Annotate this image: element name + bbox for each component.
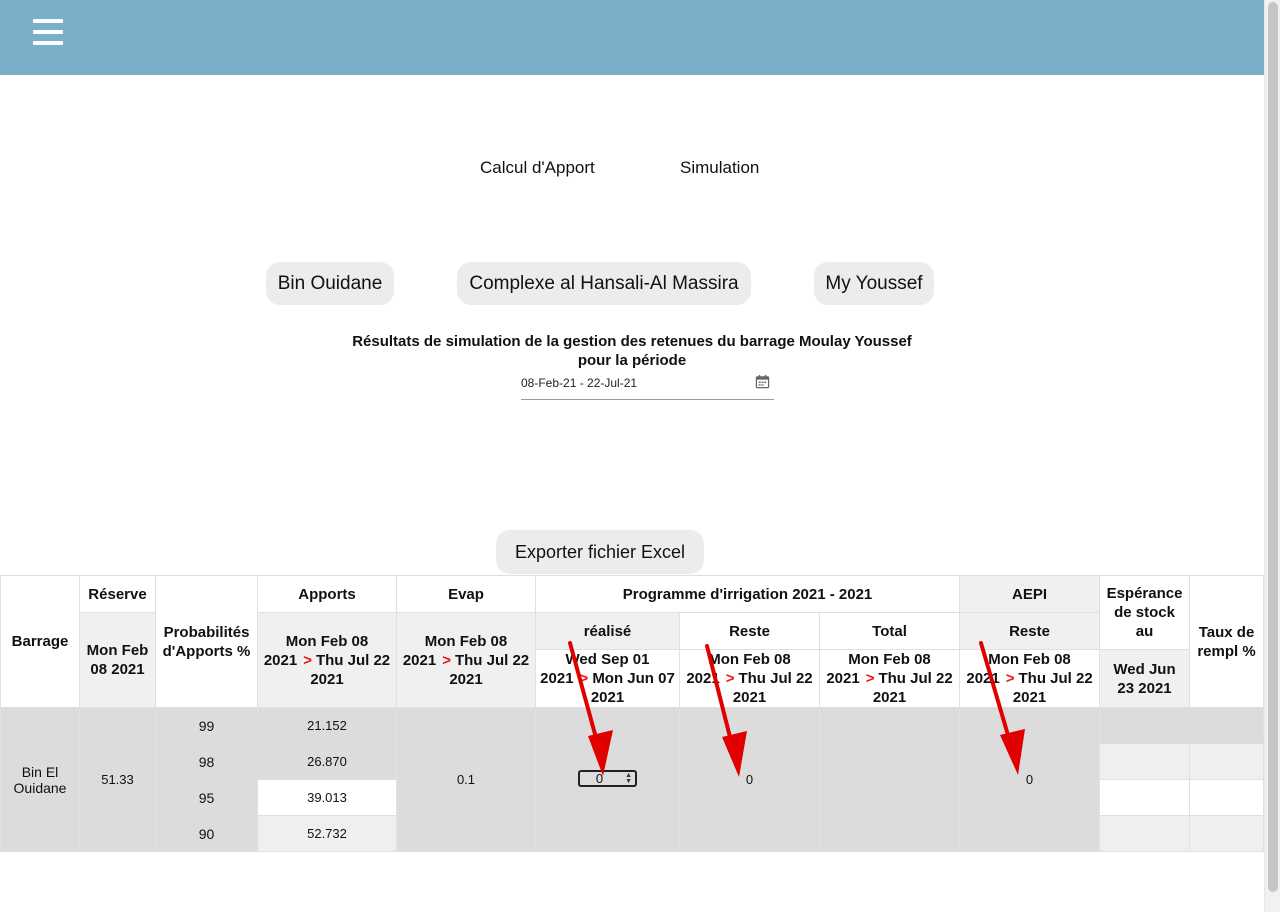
period-to: Thu Jul 22 2021	[1012, 670, 1093, 706]
header-esperance: Espérance de stock au	[1099, 575, 1191, 650]
cell-reste: 0	[679, 707, 820, 852]
cell-total	[818, 707, 961, 852]
scrollbar-thumb[interactable]	[1268, 2, 1278, 892]
header-aepi: AEPI	[959, 575, 1101, 613]
cell-apport: 52.732	[257, 815, 397, 852]
header-apports: Apports	[257, 575, 397, 613]
cell-taux	[1189, 707, 1265, 744]
header-realise-period: Wed Sep 01 2021 > Mon Jun 07 2021	[535, 649, 680, 708]
cell-apport: 21.152	[257, 707, 397, 744]
period-arrow: >	[725, 670, 735, 687]
results-subtitle: pour la période	[577, 352, 687, 369]
realise-input-value[interactable]: 0	[580, 772, 619, 785]
header-probabilites: Probabilités d'Apports %	[155, 575, 258, 708]
export-excel-button[interactable]: Exporter fichier Excel	[496, 530, 704, 574]
cell-taux	[1189, 815, 1265, 852]
hamburger-menu-icon[interactable]	[33, 19, 63, 45]
period-to: Thu Jul 22 2021	[732, 670, 813, 706]
header-aepi-reste: Reste	[959, 612, 1101, 650]
period-arrow: >	[865, 670, 875, 687]
period-arrow: >	[1005, 670, 1015, 687]
cell-barrage: Bin El Ouidane	[0, 707, 80, 852]
cell-esperance	[1099, 779, 1191, 816]
header-barrage: Barrage	[0, 575, 80, 708]
cell-taux	[1189, 779, 1265, 816]
nav-simulation[interactable]: Simulation	[680, 158, 759, 178]
date-range-value[interactable]: 08-Feb-21 - 22-Jul-21	[521, 376, 637, 390]
dam-button-complexe-al-hansali[interactable]: Complexe al Hansali-Al Massira	[457, 262, 751, 305]
header-taux-rempl: Taux de rempl %	[1189, 575, 1265, 708]
dam-button-my-youssef[interactable]: My Youssef	[814, 262, 934, 305]
header-reste: Reste	[679, 612, 820, 650]
header-total: Total	[818, 612, 961, 650]
period-arrow: >	[579, 670, 589, 687]
cell-esperance	[1099, 815, 1191, 852]
header-esperance-date: Wed Jun 23 2021	[1099, 649, 1191, 708]
cell-proba: 99	[155, 707, 258, 744]
period-to: Thu Jul 22 2021	[449, 651, 530, 688]
header-reserve: Réserve	[79, 575, 156, 613]
cell-realise: 0 ▲ ▼	[535, 707, 680, 852]
results-heading: Résultats de simulation de la gestion de…	[340, 332, 924, 370]
simulation-table: Barrage Réserve Probabilités d'Apports %…	[0, 575, 1265, 852]
dam-button-bin-ouidane[interactable]: Bin Ouidane	[266, 262, 394, 305]
header-programme-irrigation: Programme d'irrigation 2021 - 2021	[534, 575, 961, 613]
nav-calcul-apport[interactable]: Calcul d'Apport	[480, 158, 595, 178]
header-aepi-period: Mon Feb 08 2021 > Thu Jul 22 2021	[959, 649, 1101, 708]
cell-proba: 98	[155, 743, 258, 780]
header-evap-period: Mon Feb 08 2021 > Thu Jul 22 2021	[396, 612, 536, 708]
header-apports-period: Mon Feb 08 2021 > Thu Jul 22 2021	[257, 612, 397, 708]
cell-evap: 0.1	[396, 707, 536, 852]
cell-aepi-reste: 0	[959, 707, 1101, 852]
header-realise: réalisé	[535, 612, 680, 650]
cell-reserve: 51.33	[79, 707, 156, 852]
period-to: Mon Jun 07 2021	[590, 670, 675, 706]
calendar-icon[interactable]	[755, 374, 770, 389]
vertical-scrollbar[interactable]	[1264, 0, 1280, 912]
period-to: Thu Jul 22 2021	[872, 670, 953, 706]
cell-proba: 95	[155, 779, 258, 816]
cell-esperance	[1099, 707, 1191, 744]
header-reserve-date: Mon Feb 08 2021	[79, 612, 156, 708]
realise-number-input[interactable]: 0 ▲ ▼	[578, 769, 637, 787]
period-to: Thu Jul 22 2021	[310, 651, 391, 688]
results-title: Résultats de simulation de la gestion de…	[352, 333, 912, 350]
period-arrow: >	[303, 651, 312, 669]
period-arrow: >	[442, 651, 451, 669]
top-bar	[0, 0, 1264, 75]
cell-proba: 90	[155, 815, 258, 852]
cell-apport: 26.870	[257, 743, 397, 780]
date-range-picker[interactable]: 08-Feb-21 - 22-Jul-21	[521, 372, 774, 400]
header-reste-period: Mon Feb 08 2021 > Thu Jul 22 2021	[679, 649, 820, 708]
cell-esperance	[1099, 743, 1191, 780]
spin-arrows-icon[interactable]: ▲ ▼	[625, 772, 632, 785]
cell-apport: 39.013	[257, 779, 397, 816]
header-total-period: Mon Feb 08 2021 > Thu Jul 22 2021	[818, 649, 961, 708]
header-evap: Evap	[396, 575, 536, 613]
cell-taux	[1189, 743, 1265, 780]
